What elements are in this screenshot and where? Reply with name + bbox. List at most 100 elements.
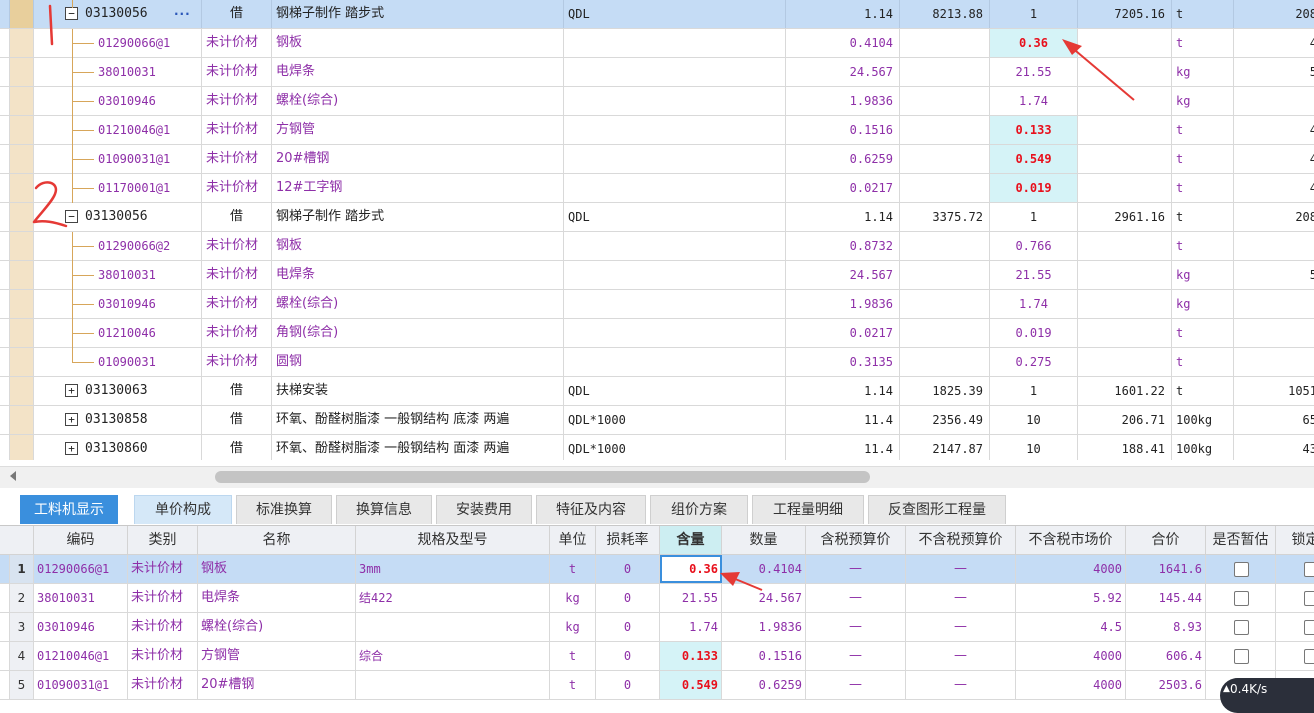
tab-material-display[interactable]: 工料机显示 (20, 495, 118, 524)
name-cell[interactable]: 方钢管 (198, 642, 356, 670)
p2-cell[interactable]: — (906, 555, 1016, 583)
tab-unit-price-composition[interactable]: 单价构成 (134, 495, 232, 524)
header-tax-budget-price[interactable]: 含税预算价 (806, 526, 906, 555)
material-row[interactable]: 1 01290066@1 未计价材 钢板 3mm t 0 0.36 0.4104— —4000 16… (0, 555, 1314, 584)
scrollbar-thumb[interactable] (215, 471, 870, 483)
expand-icon[interactable]: + (65, 442, 78, 455)
content-cell[interactable]: 0.275 (990, 348, 1078, 376)
locked-checkbox[interactable] (1304, 591, 1314, 606)
tree-code-cell[interactable]: 01290066@1 (34, 29, 202, 58)
name-cell[interactable]: 电焊条 (198, 584, 356, 612)
header-spec[interactable]: 规格及型号 (356, 526, 550, 555)
code-cell[interactable]: 01290066@1 (34, 555, 128, 583)
qty-cell[interactable]: 0.4104 (722, 555, 806, 583)
content-cell[interactable]: 0.766 (990, 232, 1078, 260)
collapse-icon[interactable]: − (65, 210, 78, 223)
tab-pricing-scheme[interactable]: 组价方案 (650, 495, 748, 524)
header-quantity[interactable]: 数量 (722, 526, 806, 555)
name-cell[interactable]: 钢板 (198, 555, 356, 583)
spec-cell[interactable]: 结422 (356, 584, 550, 612)
content-cell[interactable]: 1.74 (990, 87, 1078, 115)
spec-cell[interactable] (356, 671, 550, 699)
content-cell[interactable]: 0.549 (660, 671, 722, 699)
tree-row-material[interactable]: 01210046 未计价材 角钢(综合) 0.0217 0.019 t (0, 319, 1314, 348)
market-cell[interactable]: 5.92 (1016, 584, 1126, 612)
header-code[interactable]: 编码 (34, 526, 128, 555)
tree-code-cell[interactable]: 01210046 (34, 319, 202, 348)
header-pretax-budget-price[interactable]: 不含税预算价 (906, 526, 1016, 555)
content-cell[interactable]: 1.74 (990, 290, 1078, 318)
code-cell[interactable]: 03010946 (34, 613, 128, 641)
content-cell[interactable]: 0.36 (990, 29, 1078, 57)
locked-checkbox[interactable] (1304, 562, 1314, 577)
p1-cell[interactable]: — (806, 555, 906, 583)
header-name[interactable]: 名称 (198, 526, 356, 555)
market-cell[interactable]: 4000 (1016, 671, 1126, 699)
spec-cell[interactable] (356, 613, 550, 641)
tree-code-cell[interactable]: 01090031 (34, 348, 202, 376)
unit-cell[interactable]: kg (550, 584, 596, 612)
type-cell[interactable]: 未计价材 (128, 584, 198, 612)
tree-row-item[interactable]: +03130858 借环氧、酚醛树脂漆 一般钢结构 底漆 两遍 QDL*1000 11… (0, 406, 1314, 435)
tree-code-cell[interactable]: 01210046@1 (34, 116, 202, 145)
tab-quantity-detail[interactable]: 工程量明细 (752, 495, 864, 524)
expand-icon[interactable]: + (65, 413, 78, 426)
content-cell[interactable]: 0.133 (660, 642, 722, 670)
content-cell[interactable]: 0.019 (990, 174, 1078, 202)
material-row[interactable]: 5 01090031@1 未计价材 20#槽钢 t 0 0.549 0.6259— —4000 2… (0, 671, 1314, 700)
tree-row-material[interactable]: 01290066@2 未计价材 钢板 0.8732 0.766 t (0, 232, 1314, 261)
tree-code-cell[interactable]: −03130056 ··· (34, 0, 202, 28)
content-cell[interactable]: 1 (990, 0, 1078, 28)
tree-code-cell[interactable]: −03130056 (34, 203, 202, 231)
content-cell[interactable]: 1 (990, 377, 1078, 405)
total-cell[interactable]: 8.93 (1126, 613, 1206, 641)
type-cell[interactable]: 未计价材 (128, 613, 198, 641)
header-locked[interactable]: 锁定 (1276, 526, 1314, 555)
market-cell[interactable]: 4000 (1016, 642, 1126, 670)
tree-row-material[interactable]: 38010031 未计价材电焊条 24.567 21.55 kg5 (0, 261, 1314, 290)
tree-row-material[interactable]: 01290066@1 未计价材钢板 0.4104 0.36 t4 (0, 29, 1314, 58)
tab-conversion-info[interactable]: 换算信息 (336, 495, 432, 524)
loss-cell[interactable]: 0 (596, 671, 660, 699)
p1-cell[interactable]: — (806, 671, 906, 699)
tree-code-cell[interactable]: 01290066@2 (34, 232, 202, 261)
loss-cell[interactable]: 0 (596, 613, 660, 641)
tree-row-material[interactable]: 01210046@1 未计价材方钢管 0.1516 0.133 t4 (0, 116, 1314, 145)
loss-cell[interactable]: 0 (596, 642, 660, 670)
content-cell[interactable]: 0.549 (990, 145, 1078, 173)
qty-cell[interactable]: 0.1516 (722, 642, 806, 670)
header-content[interactable]: 含量 (660, 526, 722, 555)
locked-checkbox[interactable] (1304, 620, 1314, 635)
total-cell[interactable]: 145.44 (1126, 584, 1206, 612)
tree-code-cell[interactable]: 03010946 (34, 290, 202, 319)
qty-cell[interactable]: 1.9836 (722, 613, 806, 641)
content-cell[interactable]: 0.133 (990, 116, 1078, 144)
tree-code-cell[interactable]: 01090031@1 (34, 145, 202, 174)
market-cell[interactable]: 4.5 (1016, 613, 1126, 641)
tree-row-item[interactable]: +03130860 借环氧、酚醛树脂漆 一般钢结构 面漆 两遍 QDL*1000 11… (0, 435, 1314, 460)
is-estimate-checkbox[interactable] (1234, 562, 1249, 577)
p2-cell[interactable]: — (906, 671, 1016, 699)
total-cell[interactable]: 1641.6 (1126, 555, 1206, 583)
tree-code-cell[interactable]: +03130858 (34, 406, 202, 434)
content-cell[interactable]: 10 (990, 435, 1078, 460)
spec-cell[interactable]: 3mm (356, 555, 550, 583)
header-loss-rate[interactable]: 损耗率 (596, 526, 660, 555)
tree-code-cell[interactable]: +03130063 (34, 377, 202, 405)
total-cell[interactable]: 606.4 (1126, 642, 1206, 670)
tree-row-item[interactable]: −03130056 ··· 借钢梯子制作 踏步式 QDL 1.14 8213.88 1 720… (0, 0, 1314, 29)
unit-cell[interactable]: t (550, 555, 596, 583)
name-cell[interactable]: 螺栓(综合) (198, 613, 356, 641)
content-cell[interactable]: 21.55 (660, 584, 722, 612)
type-cell[interactable]: 未计价材 (128, 642, 198, 670)
is-estimate-checkbox[interactable] (1234, 591, 1249, 606)
material-row-partial[interactable] (0, 700, 1314, 713)
network-speed-widget[interactable]: ▲ 0.4K/s (1220, 678, 1314, 713)
qty-cell[interactable]: 0.6259 (722, 671, 806, 699)
header-category[interactable]: 类别 (128, 526, 198, 555)
code-cell[interactable]: 01210046@1 (34, 642, 128, 670)
tree-code-cell[interactable]: 38010031 (34, 58, 202, 87)
content-cell[interactable]: 10 (990, 406, 1078, 434)
loss-cell[interactable]: 0 (596, 584, 660, 612)
tree-code-cell[interactable]: +03130860 (34, 435, 202, 460)
